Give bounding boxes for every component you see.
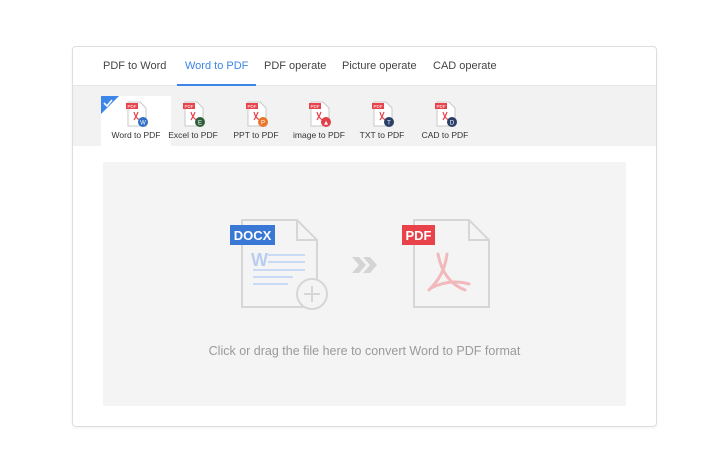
- selected-check-icon: [101, 96, 119, 114]
- tab-label: Picture operate: [342, 60, 417, 72]
- conversion-illustration: DOCX W PDF: [230, 219, 490, 310]
- svg-text:▲: ▲: [324, 120, 328, 126]
- svg-text:PDF: PDF: [311, 104, 320, 109]
- tab-label: CAD operate: [433, 60, 497, 72]
- svg-text:PDF: PDF: [248, 104, 257, 109]
- tab-bar: PDF to Word Word to PDF PDF operate Pict…: [73, 47, 656, 86]
- tab-cad-operate[interactable]: CAD operate: [433, 47, 497, 85]
- pdf-file-icon: PDF: [402, 219, 490, 308]
- svg-text:DOCX: DOCX: [234, 228, 272, 243]
- tool-bar: PDF W Word to PDF PDF E Excel to PDF PDF…: [73, 86, 656, 146]
- converter-panel: PDF to Word Word to PDF PDF operate Pict…: [72, 46, 657, 427]
- svg-text:PDF: PDF: [128, 104, 137, 109]
- tool-ppt-to-pdf[interactable]: PDF P PPT to PDF: [221, 96, 291, 146]
- image-badge-icon: PDF ▲: [309, 101, 331, 127]
- tool-label: TXT to PDF: [359, 130, 405, 140]
- cad-badge-icon: PDF D: [435, 101, 457, 127]
- file-drop-zone[interactable]: DOCX W PDF Click or drag the file here t…: [103, 162, 626, 406]
- word-badge-icon: PDF W: [126, 101, 148, 127]
- svg-text:PDF: PDF: [437, 104, 446, 109]
- tab-label: PDF to Word: [103, 60, 167, 72]
- tool-txt-to-pdf[interactable]: PDF T TXT to PDF: [347, 96, 417, 146]
- tool-label: Excel to PDF: [168, 130, 218, 140]
- svg-text:PDF: PDF: [185, 104, 194, 109]
- tab-word-to-pdf[interactable]: Word to PDF: [177, 47, 257, 86]
- tool-label: CAD to PDF: [421, 130, 469, 140]
- svg-text:PDF: PDF: [406, 228, 432, 243]
- excel-badge-icon: PDF E: [183, 101, 205, 127]
- tool-image-to-pdf[interactable]: PDF ▲ image to PDF: [284, 96, 354, 146]
- svg-text:W: W: [251, 250, 268, 270]
- svg-text:D: D: [450, 121, 455, 127]
- docx-file-icon: DOCX W: [230, 219, 328, 310]
- svg-text:P: P: [261, 121, 265, 127]
- drop-zone-hint: Click or drag the file here to convert W…: [208, 344, 521, 358]
- txt-badge-icon: PDF T: [372, 101, 394, 127]
- tab-picture-operate[interactable]: Picture operate: [342, 47, 417, 85]
- tool-label: image to PDF: [293, 130, 345, 140]
- tab-pdf-to-word[interactable]: PDF to Word: [103, 47, 166, 85]
- svg-text:PDF: PDF: [374, 104, 383, 109]
- tab-pdf-operate[interactable]: PDF operate: [264, 47, 326, 85]
- tool-label: PPT to PDF: [233, 130, 279, 140]
- svg-text:E: E: [198, 121, 202, 127]
- svg-text:W: W: [140, 121, 146, 127]
- tool-excel-to-pdf[interactable]: PDF E Excel to PDF: [158, 96, 228, 146]
- tab-label: Word to PDF: [185, 60, 249, 72]
- tool-cad-to-pdf[interactable]: PDF D CAD to PDF: [410, 96, 480, 146]
- ppt-badge-icon: PDF P: [246, 101, 268, 127]
- svg-text:T: T: [387, 121, 391, 127]
- double-chevron-right-icon: [352, 257, 377, 273]
- tab-label: PDF operate: [264, 60, 327, 72]
